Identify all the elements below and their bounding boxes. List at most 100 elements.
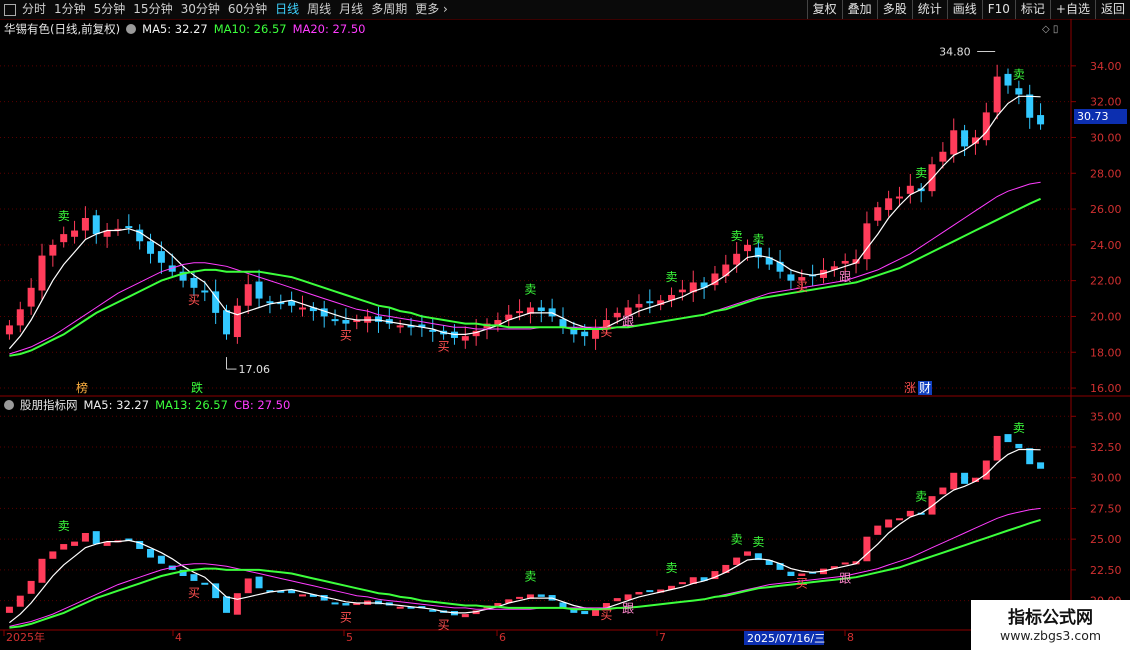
main-candle-66 (722, 264, 730, 277)
period-tab-4[interactable]: 30分钟 (177, 0, 224, 19)
toolbar-button-7[interactable]: +自选 (1049, 0, 1095, 19)
main-candle-14 (157, 251, 165, 263)
toolbar-button-2[interactable]: 多股 (876, 0, 912, 19)
signal-buy-1-1: 买 (188, 586, 200, 600)
toolbar-button-5[interactable]: F10 (981, 0, 1015, 19)
signal-buy-10-1: 买 (796, 577, 808, 591)
main-candle-77 (841, 260, 849, 264)
sub-candle-2 (27, 580, 35, 594)
period-tab-2[interactable]: 5分钟 (90, 0, 130, 19)
period-tab-6[interactable]: 日线 (271, 0, 303, 19)
sub-candle-90 (982, 460, 990, 480)
main-tick-label-3: 28.00 (1090, 167, 1122, 180)
period-tab-3[interactable]: 15分钟 (129, 0, 176, 19)
period-tab-1[interactable]: 1分钟 (50, 0, 90, 19)
period-tab-5[interactable]: 60分钟 (224, 0, 271, 19)
main-tick-label-7: 20.00 (1090, 310, 1122, 323)
sub-candle-67 (733, 557, 741, 565)
main-candle-19 (212, 291, 220, 313)
badge-zhang[interactable]: 涨 (904, 381, 916, 395)
main-candle-72 (787, 274, 795, 281)
toolbar-button-3[interactable]: 统计 (911, 0, 947, 19)
signal-follow-11-0: 跟 (839, 270, 851, 284)
main-candle-49 (537, 307, 545, 312)
sub-candle-4 (49, 551, 57, 559)
signal-sell-7-0: 卖 (666, 270, 678, 284)
main-candle-26 (288, 301, 296, 306)
main-candle-62 (678, 289, 686, 293)
main-candle-56 (613, 312, 621, 318)
sub-candle-92 (1004, 434, 1012, 443)
main-candle-20 (223, 310, 231, 335)
main-candle-54 (592, 328, 600, 339)
sub-candle-93 (1015, 443, 1023, 449)
signal-buy-10-0: 买 (796, 280, 808, 294)
toolbar-button-8[interactable]: 返回 (1094, 0, 1130, 19)
sub-candle-17 (190, 574, 198, 581)
main-candle-80 (874, 207, 882, 221)
main-candle-13 (147, 241, 155, 254)
sub-candle-81 (885, 519, 893, 528)
main-candle-22 (244, 284, 252, 306)
sub-candle-8 (92, 531, 100, 545)
main-candle-81 (885, 198, 893, 210)
toolbar-button-4[interactable]: 画线 (946, 0, 982, 19)
x-label-0: 2025年 (6, 630, 45, 644)
watermark-title: 指标公式网 (1008, 608, 1093, 628)
period-tab-10[interactable]: 更多 › (411, 0, 452, 19)
main-candle-59 (646, 301, 654, 304)
badge-cai[interactable]: 财 (918, 381, 933, 395)
main-candle-68 (744, 244, 752, 252)
main-candle-31 (342, 320, 350, 324)
main-candle-30 (331, 319, 339, 322)
signal-sell-13-1: 卖 (1013, 421, 1025, 435)
kline-chart[interactable]: 34.00 32.00 30.00 28.00 26.00 24.00 22.00 20.00… (0, 19, 1130, 650)
toolbar-button-1[interactable]: 叠加 (841, 0, 877, 19)
main-candle-95 (1037, 115, 1045, 125)
sub-candle-1 (16, 595, 24, 607)
sub-candle-18 (201, 582, 209, 585)
sub-tick-label-3: 27.50 (1090, 502, 1122, 515)
sub-candle-91 (993, 435, 1001, 461)
sub-candle-77 (841, 562, 849, 565)
main-tick-label-6: 22.00 (1090, 275, 1122, 288)
sub-tick-label-1: 32.50 (1090, 441, 1122, 454)
sub-candle-5 (60, 544, 68, 550)
badge-die[interactable]: 跌 (191, 381, 203, 395)
signal-buy-5-1: 买 (600, 608, 612, 622)
toolbar-button-6[interactable]: 标记 (1014, 0, 1050, 19)
main-tick-label-8: 18.00 (1090, 346, 1122, 359)
sub-candle-47 (516, 596, 524, 599)
main-tick-label-0: 34.00 (1090, 60, 1122, 73)
x-label-3: 6 (499, 631, 506, 644)
window-menu-icon[interactable] (4, 3, 16, 16)
sub-candle-57 (624, 594, 632, 600)
period-tab-8[interactable]: 月线 (335, 0, 367, 19)
main-tick-label-1: 32.00 (1090, 96, 1122, 109)
current-price-tag: 30.73 (1074, 109, 1127, 124)
badge-bang[interactable]: 榜 (76, 381, 88, 395)
signal-follow-11-1: 跟 (839, 571, 851, 585)
signal-buy-2-0: 买 (340, 329, 352, 343)
signal-sell-0-1: 卖 (58, 519, 70, 533)
sub-candle-27 (298, 594, 306, 597)
main-candle-51 (559, 319, 567, 328)
signal-buy-1-0: 买 (188, 293, 200, 307)
period-tab-9[interactable]: 多周期 (367, 0, 411, 19)
main-candle-86 (939, 151, 947, 162)
sub-candle-20 (223, 596, 231, 613)
main-candle-82 (895, 196, 903, 199)
sub-candle-42 (461, 614, 469, 618)
main-candle-27 (298, 307, 306, 310)
toolbar-button-0[interactable]: 复权 (806, 0, 842, 19)
main-candle-17 (190, 277, 198, 288)
sub-candle-49 (537, 594, 545, 597)
period-tab-0[interactable]: 分时 (18, 0, 50, 19)
signal-sell-12-0: 卖 (915, 166, 927, 180)
signal-follow-6-1: 跟 (622, 601, 634, 615)
sub-tick-label-2: 30.00 (1090, 472, 1122, 485)
period-tab-7[interactable]: 周线 (303, 0, 335, 19)
sub-candle-36 (396, 606, 404, 609)
period-tabs: 分时 1分钟 5分钟 15分钟 30分钟 60分钟 日线 周线 月线 多周期 更多 › (4, 0, 452, 19)
main-tick-label-4: 26.00 (1090, 203, 1122, 216)
